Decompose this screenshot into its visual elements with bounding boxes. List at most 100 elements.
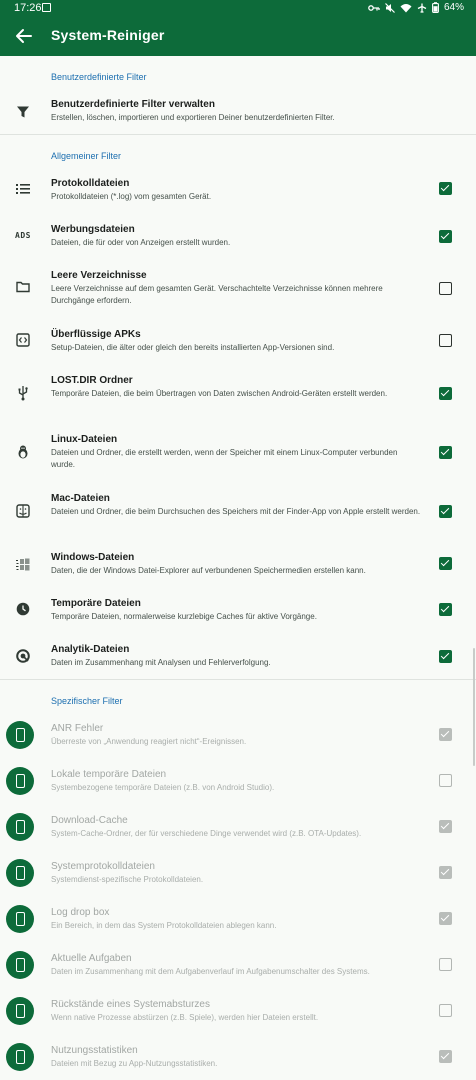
vpn-key-icon (368, 4, 380, 11)
folder-icon (12, 276, 34, 298)
filter-summary: Setup-Dateien, die älter oder gleich den… (51, 343, 335, 352)
checkbox-checked-disabled[interactable] (439, 820, 452, 833)
filter-row-local-temp[interactable]: Lokale temporäre Dateien Systembezogene … (0, 767, 476, 799)
checkbox-unchecked-disabled[interactable] (439, 958, 452, 971)
filter-title: Lokale temporäre Dateien (51, 769, 167, 780)
filter-row-linux-files[interactable]: Linux-Dateien Dateien und Ordner, die er… (0, 434, 476, 474)
filter-title: Protokolldateien (51, 178, 130, 189)
battery-icon (432, 2, 439, 13)
image-notification-icon (42, 3, 51, 12)
filter-row-superfluous-apks[interactable]: Überflüssige APKs Setup-Dateien, die ält… (0, 329, 476, 359)
finder-icon (12, 500, 34, 522)
checkbox-checked-disabled[interactable] (439, 1050, 452, 1063)
filter-title: Analytik-Dateien (51, 644, 130, 655)
page-title: System-Reiniger (51, 27, 165, 43)
checkbox-checked[interactable] (439, 446, 452, 459)
filter-title: Linux-Dateien (51, 434, 118, 445)
linux-icon (12, 441, 34, 463)
back-arrow-icon[interactable] (12, 24, 36, 48)
app-bar: System-Reiniger (0, 16, 476, 56)
filter-title: Mac-Dateien (51, 493, 110, 504)
filter-row-mac-files[interactable]: Mac-Dateien Dateien und Ordner, die beim… (0, 493, 476, 533)
filter-title: Log drop box (51, 907, 110, 918)
filter-row-log-files[interactable]: Protokolldateien Protokolldateien (*.log… (0, 178, 476, 208)
usb-icon (12, 382, 34, 404)
filter-summary: Überreste von „Anwendung reagiert nicht“… (51, 737, 247, 746)
clock-icon (12, 598, 34, 620)
checkbox-unchecked-disabled[interactable] (439, 1004, 452, 1017)
filter-row-system-logs[interactable]: Systemprotokolldateien Systemdienst-spez… (0, 859, 476, 891)
filter-summary: Dateien mit Bezug zu App-Nutzungsstatist… (51, 1059, 218, 1068)
filter-row-temp-files[interactable]: Temporäre Dateien Temporäre Dateien, nor… (0, 598, 476, 628)
wifi-icon (400, 3, 412, 12)
app-icon (6, 721, 34, 749)
filter-title: Download-Cache (51, 815, 128, 826)
filter-title: ANR Fehler (51, 723, 104, 734)
filter-title: Leere Verzeichnisse (51, 270, 147, 281)
filter-row-download-cache[interactable]: Download-Cache System-Cache-Ordner, der … (0, 813, 476, 845)
checkbox-unchecked[interactable] (439, 282, 452, 295)
filter-row-recent-tasks[interactable]: Aktuelle Aufgaben Daten im Zusammenhang … (0, 951, 476, 983)
filter-row-tombstones[interactable]: Rückstände eines Systemabsturzes Wenn na… (0, 997, 476, 1029)
checkbox-checked[interactable] (439, 387, 452, 400)
analytics-icon (12, 645, 34, 667)
custom-filter-summary: Erstellen, löschen, importieren und expo… (51, 113, 335, 122)
divider (0, 134, 476, 135)
app-icon (6, 859, 34, 887)
filter-row-ad-files[interactable]: ADS Werbungsdateien Dateien, die für ode… (0, 224, 476, 254)
app-icon (6, 813, 34, 841)
custom-filter-row[interactable]: Benutzerdefinierte Filter verwalten Erst… (0, 99, 476, 129)
filter-title: Nutzungsstatistiken (51, 1045, 138, 1056)
app-icon (6, 1043, 34, 1071)
filter-row-windows-files[interactable]: Windows-Dateien Daten, die der Windows D… (0, 552, 476, 582)
checkbox-checked-disabled[interactable] (439, 728, 452, 741)
checkbox-checked-disabled[interactable] (439, 866, 452, 879)
checkbox-unchecked[interactable] (439, 334, 452, 347)
airplane-icon (417, 3, 427, 13)
checkbox-checked[interactable] (439, 603, 452, 616)
filter-title: Aktuelle Aufgaben (51, 953, 132, 964)
checkbox-checked[interactable] (439, 182, 452, 195)
filter-summary: Daten im Zusammenhang mit dem Aufgabenve… (51, 967, 370, 976)
filter-summary: Daten, die der Windows Datei-Explorer au… (51, 566, 366, 575)
filter-row-analytics-files[interactable]: Analytik-Dateien Daten im Zusammenhang m… (0, 644, 476, 674)
status-icons: 64% (368, 2, 464, 13)
filter-summary: Temporäre Dateien, die beim Übertragen v… (51, 389, 388, 398)
battery-percent: 64% (443, 2, 464, 13)
filter-summary: Systemdienst-spezifische Protokolldateie… (51, 875, 204, 884)
filter-summary: System-Cache-Ordner, der für verschieden… (51, 829, 362, 838)
filter-title: Rückstände eines Systemabsturzes (51, 999, 210, 1010)
app-icon (6, 905, 34, 933)
filter-row-empty-dirs[interactable]: Leere Verzeichnisse Leere Verzeichnisse … (0, 270, 476, 310)
filter-row-lost-dir[interactable]: LOST.DIR Ordner Temporäre Dateien, die b… (0, 375, 476, 415)
windows-icon (12, 553, 34, 575)
filter-title: LOST.DIR Ordner (51, 375, 133, 386)
filter-summary: Dateien und Ordner, die beim Durchsuchen… (51, 507, 421, 516)
filter-icon (12, 101, 34, 123)
filter-row-usage-stats[interactable]: Nutzungsstatistiken Dateien mit Bezug zu… (0, 1043, 476, 1075)
section-header-specific: Spezifischer Filter (51, 696, 123, 706)
app-icon (6, 997, 34, 1025)
apk-icon (12, 329, 34, 351)
checkbox-checked[interactable] (439, 650, 452, 663)
filter-summary: Temporäre Dateien, normalerweise kurzleb… (51, 612, 317, 621)
mute-icon (385, 2, 395, 13)
status-bar: 17:26 64% (0, 0, 476, 16)
filter-row-anr[interactable]: ANR Fehler Überreste von „Anwendung reag… (0, 721, 476, 753)
status-time: 17:26 (14, 2, 42, 14)
section-header-custom: Benutzerdefinierte Filter (51, 72, 147, 82)
list-icon (12, 178, 34, 200)
checkbox-unchecked-disabled[interactable] (439, 774, 452, 787)
custom-filter-title: Benutzerdefinierte Filter verwalten (51, 99, 215, 110)
filter-row-log-drop-box[interactable]: Log drop box Ein Bereich, in dem das Sys… (0, 905, 476, 937)
checkbox-checked[interactable] (439, 505, 452, 518)
filter-summary: Leere Verzeichnisse auf dem gesamten Ger… (51, 284, 383, 305)
checkbox-checked[interactable] (439, 230, 452, 243)
app-icon (6, 767, 34, 795)
section-header-general: Allgemeiner Filter (51, 151, 122, 161)
app-icon (6, 951, 34, 979)
divider (0, 679, 476, 680)
checkbox-checked-disabled[interactable] (439, 912, 452, 925)
checkbox-checked[interactable] (439, 557, 452, 570)
filter-summary: Systembezogene temporäre Dateien (z.B. v… (51, 783, 275, 792)
